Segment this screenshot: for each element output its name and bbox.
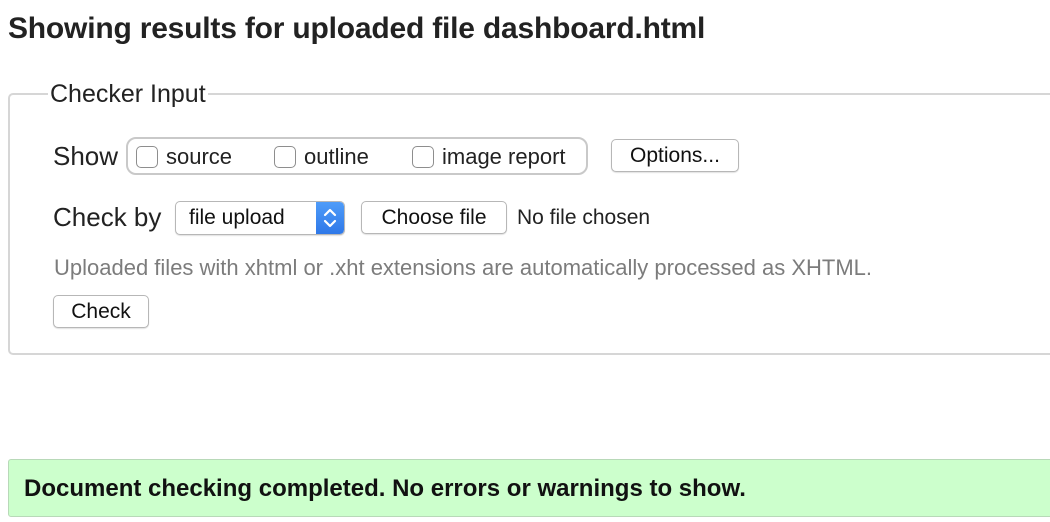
- image-report-checkbox[interactable]: [412, 146, 434, 168]
- validator-page: Showing results for uploaded file dashbo…: [0, 0, 1050, 522]
- page-title: Showing results for uploaded file dashbo…: [8, 12, 706, 45]
- check-by-label: Check by: [53, 202, 162, 232]
- options-button[interactable]: Options...: [611, 139, 739, 172]
- xhtml-hint-text: Uploaded files with xhtml or .xht extens…: [54, 255, 873, 280]
- source-checkbox[interactable]: [136, 146, 158, 168]
- show-outline-option[interactable]: outline: [274, 144, 369, 170]
- source-checkbox-label: source: [166, 144, 233, 169]
- show-source-option[interactable]: source: [136, 144, 232, 170]
- outline-checkbox-label: outline: [304, 144, 369, 169]
- success-message: Document checking completed. No errors o…: [24, 475, 746, 502]
- check-button[interactable]: Check: [53, 295, 149, 328]
- check-by-select[interactable]: file upload: [175, 201, 345, 235]
- show-label: Show: [53, 141, 119, 171]
- no-file-chosen-text: No file chosen: [517, 206, 651, 229]
- image-report-checkbox-label: image report: [442, 144, 566, 169]
- up-down-chevron-icon: [316, 202, 344, 234]
- show-image-report-option[interactable]: image report: [412, 144, 566, 170]
- choose-file-button[interactable]: Choose file: [361, 201, 507, 234]
- outline-checkbox[interactable]: [274, 146, 296, 168]
- checker-input-legend: Checker Input: [48, 80, 208, 109]
- check-by-selected-value: file upload: [189, 206, 285, 229]
